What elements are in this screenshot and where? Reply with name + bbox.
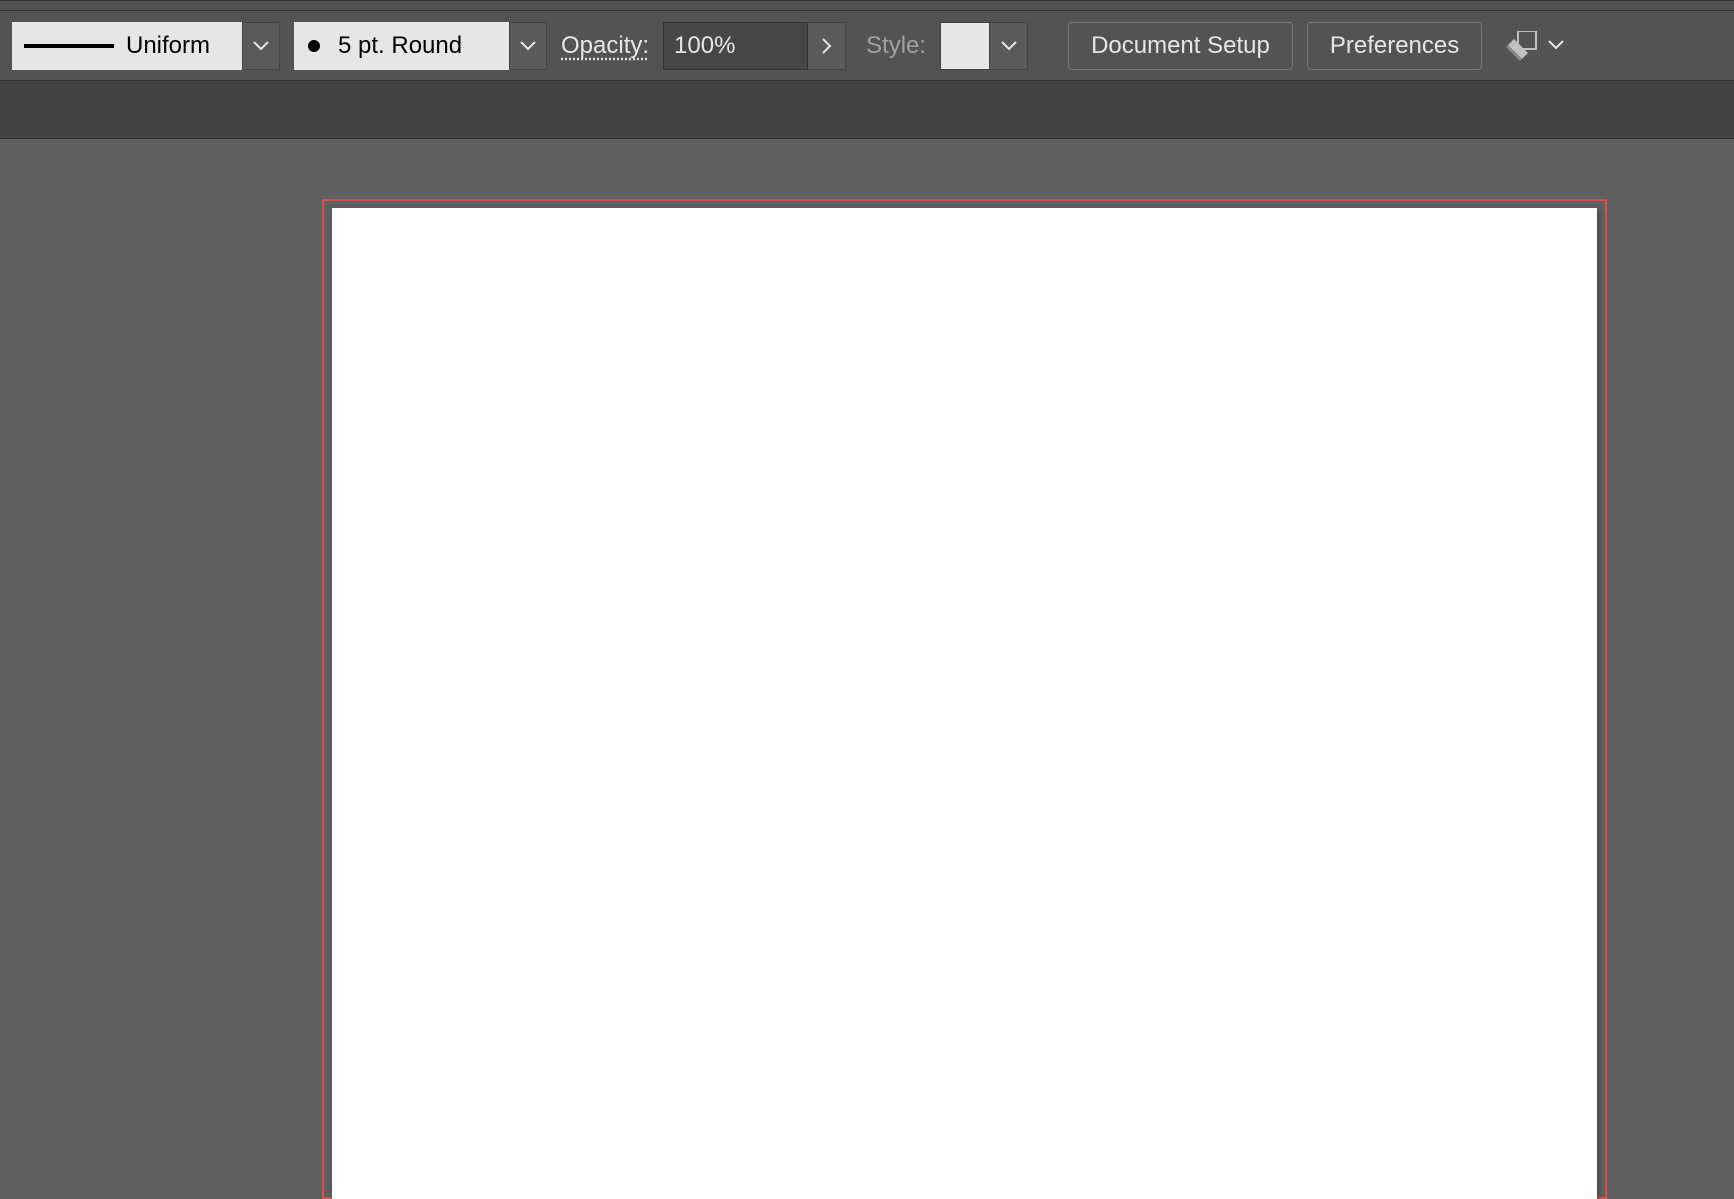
- chevron-right-icon: [822, 38, 832, 54]
- canvas-area[interactable]: [0, 139, 1734, 1060]
- stroke-line-preview: [24, 44, 114, 48]
- style-dropdown-button[interactable]: [990, 22, 1028, 70]
- brush-preset-selector[interactable]: 5 pt. Round: [294, 22, 509, 70]
- control-bar: Uniform 5 pt. Round Opacity: Style:: [0, 11, 1734, 81]
- brush-group: 5 pt. Round: [294, 22, 547, 70]
- document-setup-button[interactable]: Document Setup: [1068, 22, 1293, 70]
- style-group: [940, 22, 1028, 70]
- top-divider: [0, 0, 1734, 11]
- artboard-tool-group: [1506, 31, 1564, 61]
- chevron-down-icon: [520, 41, 536, 51]
- artboard[interactable]: [332, 208, 1597, 1199]
- stroke-profile-dropdown-button[interactable]: [242, 22, 280, 70]
- opacity-more-button[interactable]: [808, 22, 846, 70]
- chevron-down-icon: [1548, 40, 1564, 50]
- opacity-group: [663, 22, 846, 70]
- brush-preset-label: 5 pt. Round: [338, 32, 462, 60]
- preferences-button[interactable]: Preferences: [1307, 22, 1482, 70]
- stroke-profile-selector[interactable]: Uniform: [12, 22, 242, 70]
- stroke-profile-group: Uniform: [12, 22, 280, 70]
- opacity-input[interactable]: [663, 22, 808, 70]
- brush-dropdown-button[interactable]: [509, 22, 547, 70]
- opacity-label[interactable]: Opacity:: [561, 32, 649, 60]
- artboard-dropdown-button[interactable]: [1548, 37, 1564, 55]
- chevron-down-icon: [253, 41, 269, 51]
- graphic-style-swatch[interactable]: [940, 22, 990, 70]
- style-label: Style:: [866, 32, 926, 60]
- stroke-profile-label: Uniform: [126, 32, 210, 60]
- tab-bar: [0, 81, 1734, 139]
- artboard-edit-icon[interactable]: [1506, 31, 1540, 61]
- brush-dot-preview: [308, 40, 320, 52]
- chevron-down-icon: [1001, 41, 1017, 51]
